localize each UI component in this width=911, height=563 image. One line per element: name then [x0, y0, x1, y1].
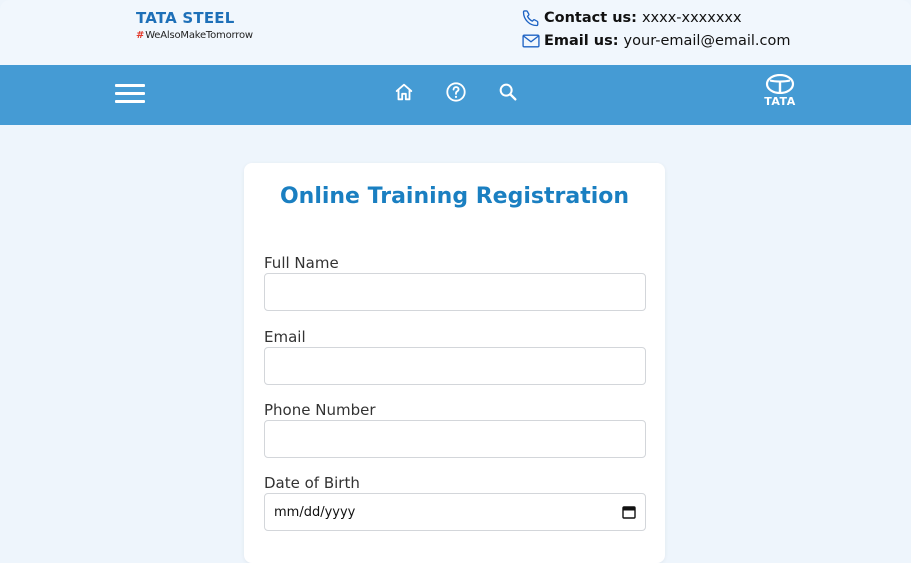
hash-icon: #	[136, 30, 145, 41]
tata-emblem-icon	[765, 73, 795, 95]
phone-number-label: Phone Number	[264, 401, 376, 419]
date-of-birth-input[interactable]: mm/dd/yyyy	[264, 493, 646, 531]
full-name-input[interactable]	[264, 273, 646, 311]
phone-number-input[interactable]	[264, 420, 646, 458]
contact-info: Contact us: xxxx-xxxxxxx Email us: your-…	[521, 7, 791, 53]
email-label-field: Email	[264, 328, 306, 346]
nav-bar: TATA	[0, 65, 911, 125]
search-icon[interactable]	[497, 81, 519, 103]
top-header: TATA STEEL # WeAlsoMakeTomorrow Contact …	[0, 0, 911, 65]
full-name-label: Full Name	[264, 254, 339, 272]
tata-logo-icon[interactable]: TATA	[760, 73, 800, 114]
form-title: Online Training Registration	[279, 184, 630, 209]
registration-form: Online Training Registration Full Name E…	[244, 163, 665, 563]
home-icon[interactable]	[393, 81, 415, 103]
brand-tagline: # WeAlsoMakeTomorrow	[136, 30, 253, 42]
brand-tagline-text: WeAlsoMakeTomorrow	[145, 30, 253, 41]
brand-name: TATA STEEL	[136, 9, 235, 27]
phone-icon	[522, 10, 539, 27]
date-placeholder: mm/dd/yyyy	[274, 504, 356, 520]
contact-value[interactable]: xxxx-xxxxxxx	[642, 10, 742, 26]
email-input[interactable]	[264, 347, 646, 385]
date-of-birth-label: Date of Birth	[264, 474, 360, 492]
mail-icon	[522, 34, 540, 48]
contact-email-row: Email us: your-email@email.com	[521, 30, 791, 52]
contact-phone-row: Contact us: xxxx-xxxxxxx	[521, 7, 791, 29]
tata-logo-text: TATA	[764, 95, 796, 108]
help-icon[interactable]	[445, 81, 467, 103]
menu-icon[interactable]	[115, 82, 145, 106]
email-value[interactable]: your-email@email.com	[624, 33, 791, 49]
contact-label: Contact us:	[544, 10, 637, 26]
calendar-icon[interactable]	[622, 505, 636, 519]
brand-logo[interactable]: TATA STEEL # WeAlsoMakeTomorrow	[136, 10, 253, 42]
email-label: Email us:	[544, 33, 619, 49]
